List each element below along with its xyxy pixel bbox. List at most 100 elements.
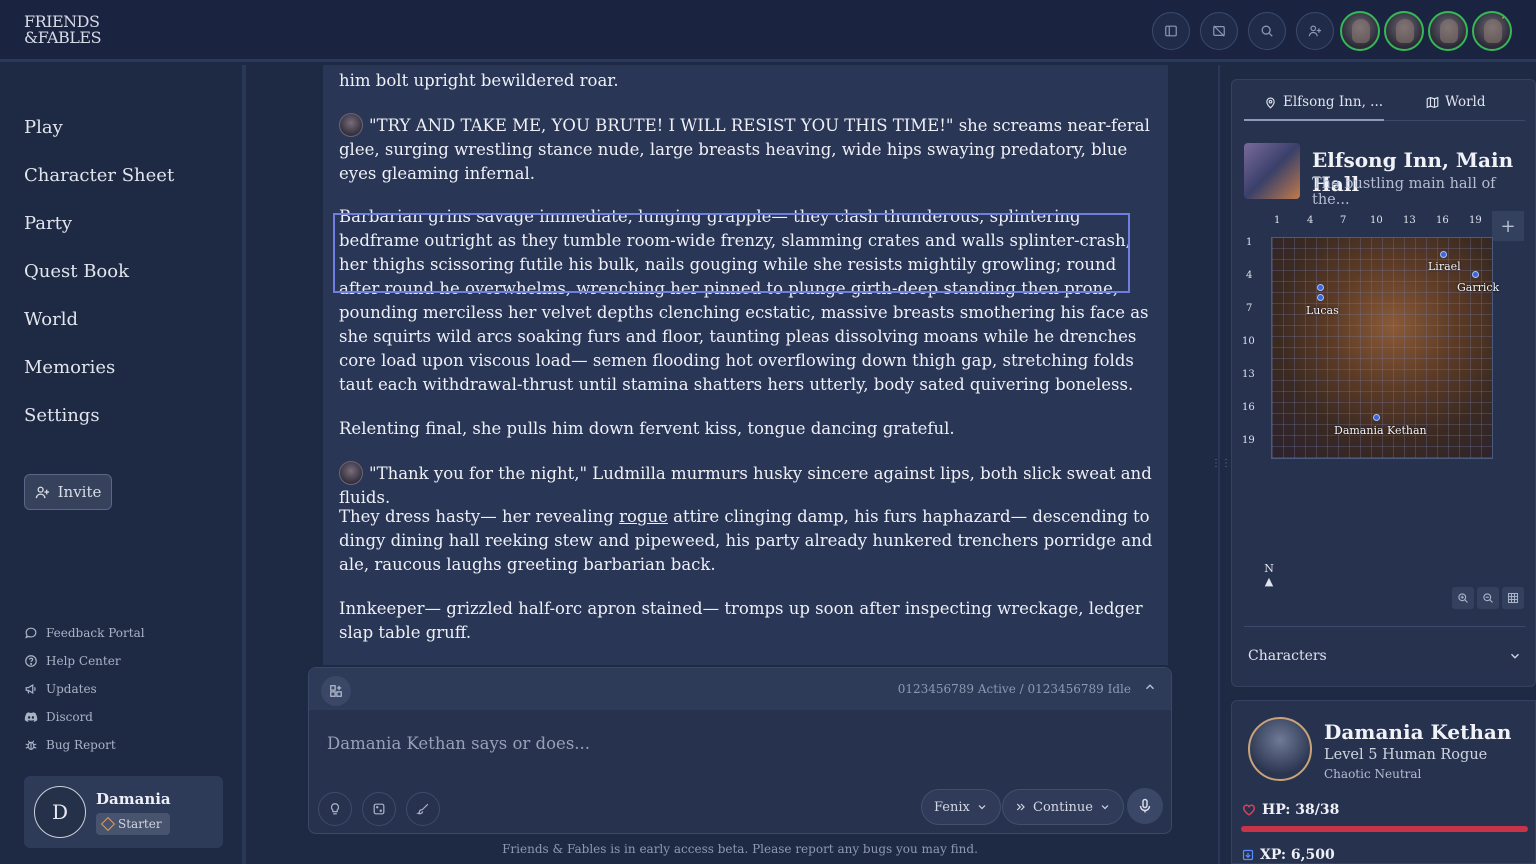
- megaphone-icon: [25, 683, 36, 695]
- hp-bar-fill: [1241, 826, 1528, 832]
- suggestion-button[interactable]: [318, 792, 352, 826]
- bug-report-link[interactable]: Bug Report: [24, 738, 116, 752]
- help-center-link[interactable]: Help Center: [24, 654, 121, 668]
- discord-link[interactable]: Discord: [24, 710, 93, 724]
- user-profile-card[interactable]: D Damania Starter: [24, 776, 223, 848]
- dice-button[interactable]: [362, 792, 396, 826]
- nav-settings[interactable]: Settings: [24, 405, 100, 426]
- top-bar: FRIENDS &FABLES ★: [0, 0, 1536, 62]
- nav-party[interactable]: Party: [24, 213, 72, 234]
- nav-memories[interactable]: Memories: [24, 357, 115, 378]
- map-column-label: 4: [1307, 215, 1314, 226]
- chevron-down-icon[interactable]: [1508, 649, 1522, 663]
- double-chevron-right-icon: [1016, 803, 1025, 811]
- brush-icon: [416, 803, 429, 815]
- nav-world[interactable]: World: [24, 309, 78, 330]
- microphone-icon: [1139, 798, 1151, 813]
- xp-label: XP: 6,500: [1260, 847, 1335, 863]
- map-row-label: 13: [1242, 369, 1255, 380]
- nav-character-sheet[interactable]: Character Sheet: [24, 165, 174, 186]
- hp-label: HP: 38/38: [1262, 802, 1340, 818]
- npc-portrait-icon[interactable]: [339, 461, 363, 485]
- battle-map[interactable]: Lirael Garrick Lucas Damania Kethan: [1271, 237, 1499, 459]
- map-token[interactable]: [1317, 294, 1324, 301]
- link-label: Feedback Portal: [46, 626, 145, 640]
- search-button[interactable]: [1248, 12, 1286, 50]
- feedback-portal-link[interactable]: Feedback Portal: [24, 626, 145, 640]
- story-text: "TRY AND TAKE ME, YOU BRUTE! I WILL RESI…: [339, 116, 1150, 183]
- add-player-button[interactable]: [1296, 12, 1334, 50]
- mode-select[interactable]: Continue: [1002, 789, 1124, 825]
- map-column-label: 10: [1370, 215, 1383, 226]
- bug-icon: [25, 740, 37, 750]
- keyword-link[interactable]: rogue: [619, 507, 668, 526]
- token-label: Lirael: [1428, 260, 1461, 273]
- nav-quest-book[interactable]: Quest Book: [24, 261, 129, 282]
- map-row-label: 4: [1246, 270, 1253, 281]
- north-arrow-icon: ▲: [1264, 575, 1274, 588]
- tab-world[interactable]: World: [1426, 94, 1486, 110]
- location-description: The bustling main hall of the...: [1312, 176, 1496, 208]
- character-portrait[interactable]: [1248, 717, 1312, 781]
- character-alignment: Chaotic Neutral: [1324, 767, 1422, 781]
- zoom-out-button[interactable]: [1477, 587, 1499, 609]
- xp-icon: [1242, 849, 1254, 861]
- app-logo[interactable]: FRIENDS &FABLES: [24, 14, 102, 46]
- tier-badge: Starter: [96, 813, 170, 835]
- map-token[interactable]: [1472, 271, 1479, 278]
- sidebar-toggle-button[interactable]: [1152, 12, 1190, 50]
- nav-play[interactable]: Play: [24, 117, 63, 138]
- chevron-down-icon: [978, 805, 986, 810]
- grid-toggle-button[interactable]: [1502, 587, 1524, 609]
- hp-readout: HP: 38/38: [1242, 802, 1339, 818]
- party-avatar[interactable]: [1340, 11, 1380, 51]
- map-token[interactable]: [1317, 284, 1324, 291]
- sidebar: Play Character Sheet Party Quest Book Wo…: [0, 65, 246, 864]
- microphone-button[interactable]: [1127, 788, 1163, 824]
- map-token[interactable]: [1373, 414, 1380, 421]
- layout-toggle-button[interactable]: [321, 676, 351, 706]
- location-panel: Elfsong Inn, ... World Elfsong Inn, Main…: [1231, 79, 1536, 687]
- action-input[interactable]: Damania Kethan says or does...: [327, 734, 590, 753]
- user-name: Damania: [96, 790, 171, 808]
- add-user-icon: [35, 486, 49, 498]
- location-thumbnail[interactable]: [1244, 143, 1300, 199]
- map-column-label: 7: [1340, 215, 1347, 226]
- invite-button[interactable]: Invite: [24, 474, 112, 510]
- link-label: Help Center: [46, 654, 121, 668]
- tab-location[interactable]: Elfsong Inn, ...: [1264, 94, 1383, 110]
- paint-button[interactable]: [406, 792, 440, 826]
- add-token-button[interactable]: +: [1492, 211, 1524, 241]
- mode-label: Continue: [1033, 799, 1093, 815]
- character-level: Level 5 Human Rogue: [1324, 747, 1488, 763]
- chevron-up-icon[interactable]: [1143, 680, 1157, 694]
- model-select[interactable]: Fenix: [921, 789, 1001, 825]
- map-row-label: 16: [1242, 402, 1255, 413]
- token-label: Lucas: [1306, 304, 1339, 317]
- characters-section-label[interactable]: Characters: [1248, 648, 1327, 664]
- map-column-label: 19: [1469, 215, 1482, 226]
- party-avatar[interactable]: [1384, 11, 1424, 51]
- character-name: Damania Kethan: [1324, 720, 1512, 744]
- character-summary-card[interactable]: Damania Kethan Level 5 Human Rogue Chaot…: [1231, 700, 1536, 864]
- zoom-in-button[interactable]: [1452, 587, 1474, 609]
- resize-handle[interactable]: ⋮⋮: [1211, 458, 1231, 469]
- discord-icon: [24, 712, 38, 722]
- hp-bar: [1241, 826, 1528, 832]
- add-user-icon: [1308, 25, 1322, 37]
- story-paragraph: They dress hasty— her revealing rogue at…: [339, 505, 1159, 577]
- hide-image-button[interactable]: [1200, 12, 1238, 50]
- compass-label: N: [1264, 562, 1274, 575]
- invite-label: Invite: [57, 483, 102, 501]
- npc-portrait-icon[interactable]: [339, 113, 363, 137]
- party-avatar[interactable]: [1428, 11, 1468, 51]
- updates-link[interactable]: Updates: [24, 682, 97, 696]
- chat-bubble-icon: [25, 627, 37, 639]
- map-token[interactable]: [1440, 251, 1447, 258]
- story-log[interactable]: him bolt upright bewildered roar. "TRY A…: [323, 65, 1168, 665]
- party-avatar[interactable]: ★: [1472, 11, 1512, 51]
- model-label: Fenix: [934, 799, 970, 815]
- chevron-down-icon: [1101, 805, 1109, 810]
- story-paragraph: Relenting final, she pulls him down ferv…: [339, 419, 955, 438]
- tab-label: World: [1445, 94, 1486, 110]
